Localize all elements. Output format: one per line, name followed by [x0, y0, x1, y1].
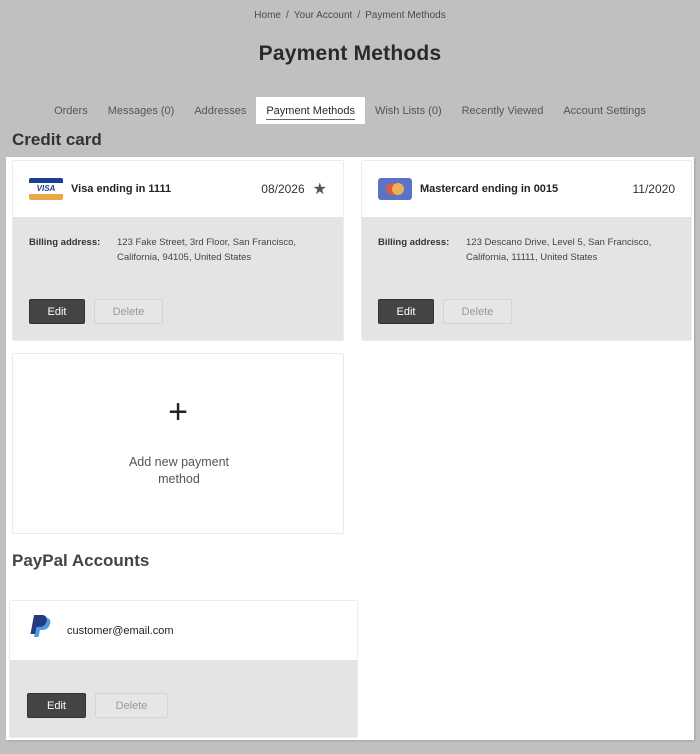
- billing-address: Billing address: 123 Descano Drive, Leve…: [362, 217, 691, 265]
- breadcrumb-payment-methods: Payment Methods: [365, 10, 446, 21]
- card-name: Visa ending in 1111: [71, 183, 172, 195]
- breadcrumb-separator: /: [285, 10, 289, 21]
- billing-address-label: Billing address:: [378, 237, 450, 248]
- credit-card-heading: Credit card: [12, 130, 102, 149]
- nav-label: Payment Methods: [266, 105, 355, 120]
- breadcrumb: Home / Your Account / Payment Methods: [0, 10, 700, 21]
- mastercard-logo-icon: [378, 178, 412, 200]
- nav-account-settings[interactable]: Account Settings: [553, 97, 656, 124]
- nav-label: Addresses: [194, 105, 247, 117]
- credit-card-item: Mastercard ending in 0015 11/2020 Billin…: [361, 160, 692, 341]
- star-icon: ★: [312, 181, 327, 198]
- page-title: Payment Methods: [258, 42, 442, 65]
- nav-orders[interactable]: Orders: [44, 97, 98, 124]
- billing-address-value: 123 Descano Drive, Level 5, San Francisc…: [466, 237, 652, 263]
- paypal-header: customer@email.com: [10, 601, 357, 660]
- paypal-email: customer@email.com: [67, 624, 174, 637]
- account-nav: Orders Messages (0) Addresses Payment Me…: [0, 97, 700, 124]
- nav-messages[interactable]: Messages (0): [98, 97, 185, 124]
- billing-address-label: Billing address:: [29, 237, 101, 248]
- plus-icon: +: [168, 393, 188, 431]
- paypal-logo-icon: [29, 615, 51, 646]
- nav-label: Wish Lists (0): [374, 105, 442, 117]
- billing-address-value: 123 Fake Street, 3rd Floor, San Francisc…: [117, 237, 297, 263]
- nav-addresses[interactable]: Addresses: [184, 97, 256, 124]
- billing-address: Billing address: 123 Fake Street, 3rd Fl…: [13, 217, 343, 265]
- edit-button[interactable]: Edit: [29, 299, 85, 324]
- nav-label: Orders: [54, 105, 88, 117]
- breadcrumb-your-account[interactable]: Your Account: [294, 10, 353, 21]
- delete-button[interactable]: Delete: [443, 299, 512, 324]
- delete-button[interactable]: Delete: [95, 693, 168, 718]
- card-name: Mastercard ending in 0015: [420, 183, 559, 195]
- nav-label: Recently Viewed: [461, 105, 544, 117]
- delete-button[interactable]: Delete: [94, 299, 163, 324]
- payment-methods-panel: VISA Visa ending in 1111 08/2026 ★ Billi…: [6, 157, 694, 740]
- nav-recently-viewed[interactable]: Recently Viewed: [452, 97, 554, 124]
- nav-wish-lists[interactable]: Wish Lists (0): [365, 97, 452, 124]
- card-expiry: 11/2020: [632, 182, 676, 196]
- card-expiry: 08/2026: [261, 182, 305, 196]
- add-payment-method-button[interactable]: + Add new payment method: [12, 353, 344, 534]
- card-header: VISA Visa ending in 1111 08/2026 ★: [13, 161, 343, 217]
- paypal-accounts-heading: PayPal Accounts: [12, 551, 150, 570]
- credit-card-item: VISA Visa ending in 1111 08/2026 ★ Billi…: [12, 160, 344, 341]
- card-header: Mastercard ending in 0015 11/2020: [362, 161, 691, 217]
- nav-label: Account Settings: [563, 105, 646, 117]
- add-payment-method-label: Add new payment method: [128, 455, 230, 486]
- breadcrumb-home[interactable]: Home: [254, 10, 281, 21]
- visa-logo-icon: VISA: [29, 178, 63, 200]
- breadcrumb-separator: /: [357, 10, 361, 21]
- nav-label: Messages (0): [107, 105, 175, 117]
- edit-button[interactable]: Edit: [27, 693, 86, 718]
- paypal-account-item: customer@email.com Edit Delete: [9, 600, 358, 738]
- nav-payment-methods[interactable]: Payment Methods: [256, 97, 365, 124]
- edit-button[interactable]: Edit: [378, 299, 434, 324]
